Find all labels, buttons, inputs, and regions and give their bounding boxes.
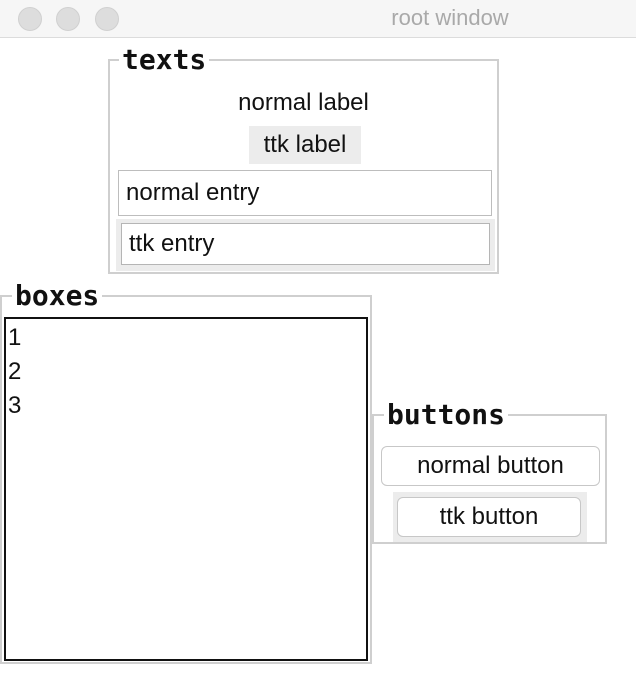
buttons-frame: buttons normal button ttk button	[372, 401, 607, 544]
ttk-label: ttk label	[249, 126, 361, 164]
normal-entry-field[interactable]	[118, 170, 492, 216]
texts-frame-title: texts	[119, 46, 210, 74]
zoom-dot-icon[interactable]	[95, 7, 119, 31]
title-bar: root window	[0, 0, 636, 38]
buttons-frame-title: buttons	[384, 401, 509, 429]
normal-label: normal label	[238, 89, 369, 116]
normal-button[interactable]: normal button	[381, 446, 600, 486]
boxes-frame-title: boxes	[12, 282, 103, 310]
window-title: root window	[391, 5, 509, 30]
list-item[interactable]: 1	[6, 321, 366, 355]
texts-frame: texts normal label ttk label	[108, 46, 499, 274]
ttk-button[interactable]: ttk button	[397, 497, 581, 537]
list-item[interactable]: 3	[6, 389, 366, 423]
minimize-dot-icon[interactable]	[56, 7, 80, 31]
close-dot-icon[interactable]	[18, 7, 42, 31]
listbox[interactable]: 1 2 3	[4, 317, 368, 661]
ttk-entry-container	[116, 219, 495, 271]
list-item[interactable]: 2	[6, 355, 366, 389]
boxes-frame: boxes 1 2 3	[0, 282, 372, 664]
ttk-entry-field[interactable]	[121, 223, 490, 265]
ttk-button-container: ttk button	[393, 492, 587, 542]
